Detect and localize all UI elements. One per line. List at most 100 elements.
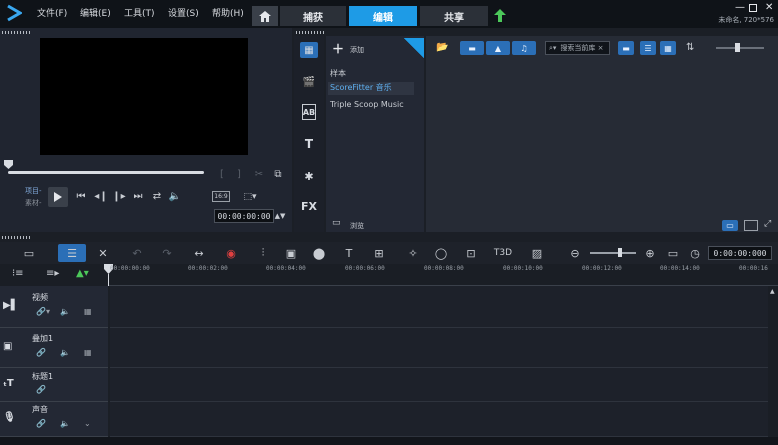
filter-fx-icon[interactable]: FX <box>300 198 318 214</box>
repeat-icon[interactable]: ⇄ <box>150 189 164 203</box>
storyboard-view-icon[interactable]: ▭ <box>20 244 38 262</box>
scroll-up-icon[interactable]: ▲ <box>770 288 775 295</box>
timeline-view-icon[interactable]: ☰ <box>58 244 86 262</box>
undo-icon[interactable]: ↶ <box>128 244 146 262</box>
next-frame-button[interactable]: ❙▸ <box>112 189 126 203</box>
expand-library-icon[interactable]: ⤢ <box>764 219 771 229</box>
pin-library-icon[interactable] <box>404 38 424 58</box>
track-header-overlay[interactable] <box>0 328 108 368</box>
timeline-vertical-scrollbar[interactable] <box>768 286 778 436</box>
aspect-ratio-button[interactable]: 16:9 <box>212 191 230 202</box>
tab-share[interactable]: 共享 <box>420 6 488 26</box>
show-photos-button[interactable]: ▲ <box>486 41 510 55</box>
library-grip[interactable] <box>296 31 324 34</box>
volume-icon[interactable]: 🔈 <box>168 189 182 203</box>
link-icon[interactable]: 🔗 <box>36 385 46 394</box>
motion-tracking-icon[interactable]: ✧ <box>404 244 422 262</box>
previous-frame-button[interactable]: ◂❙ <box>94 189 108 203</box>
sort-icon[interactable]: ⇅ <box>686 42 694 53</box>
panel-grip[interactable] <box>2 31 32 34</box>
menu-settings[interactable]: 设置(S) <box>168 6 199 19</box>
show-audio-button[interactable]: ♫ <box>512 41 536 55</box>
library-search-input[interactable]: ⌕▾ 搜索当前库 × <box>545 41 610 55</box>
menu-file[interactable]: 文件(F) <box>37 6 67 19</box>
menu-tools[interactable]: 工具(T) <box>124 6 155 19</box>
clip-mode-label[interactable]: 素材- <box>25 198 42 208</box>
chapter-point-icon[interactable]: ≡▸ <box>46 268 59 279</box>
crop-mode-icon[interactable]: ⬚▾ <box>242 190 258 203</box>
add-folder-label[interactable]: 添加 <box>350 45 364 55</box>
title-tool-icon[interactable]: T <box>340 244 358 262</box>
split-clip-icon[interactable]: ✂ <box>252 167 266 181</box>
tab-edit[interactable]: 编辑 <box>349 6 417 26</box>
library-item-sample[interactable]: 样本 <box>330 68 346 79</box>
upload-arrow-icon[interactable] <box>494 9 506 22</box>
timecode-stepper[interactable]: ▲▼ <box>275 209 286 223</box>
track-manager-icon[interactable]: ⁝≡ <box>12 268 24 279</box>
ripple-edit-icon[interactable]: ▦ <box>84 307 92 316</box>
transition-icon[interactable]: AB <box>302 104 316 120</box>
thumbnail-size-handle[interactable] <box>735 43 740 52</box>
zoom-slider[interactable] <box>590 252 636 254</box>
link-icon[interactable]: 🔗 <box>36 348 46 357</box>
play-button[interactable] <box>48 187 68 207</box>
timeline-timecode[interactable]: 0:00:00:000 <box>708 246 772 260</box>
track-header-voice[interactable] <box>0 402 108 437</box>
player-timecode[interactable]: 00:00:00:00 <box>214 209 274 223</box>
fit-timeline-icon[interactable]: ↔ <box>190 244 208 262</box>
add-folder-icon[interactable]: ＋ <box>332 40 344 57</box>
expand-track-icon[interactable]: ⌄ <box>84 419 91 428</box>
stabilize-icon[interactable]: ⊡ <box>462 244 480 262</box>
auto-music-icon[interactable]: ▨ <box>528 244 546 262</box>
go-to-end-button[interactable]: ⏭ <box>131 189 145 203</box>
link-icon[interactable]: 🔗 <box>36 419 46 428</box>
home-tab[interactable] <box>252 6 278 26</box>
browse-icon[interactable]: ▭ <box>332 218 341 228</box>
track-lane-voice[interactable] <box>110 402 768 437</box>
track-lane-overlay[interactable] <box>110 328 768 368</box>
scrub-handle-icon[interactable] <box>4 160 13 169</box>
track-name-video[interactable]: 视频 <box>32 292 48 303</box>
blend-icon[interactable]: ⬤ <box>310 244 328 262</box>
multicam-icon[interactable]: ▣ <box>282 244 300 262</box>
toolbar-customize-icon[interactable]: ✕ <box>94 244 112 262</box>
enlarge-preview-icon[interactable]: ⧉ <box>271 167 285 181</box>
library-item-triplescoop[interactable]: Triple Scoop Music <box>330 100 404 109</box>
zoom-out-icon[interactable]: ⊖ <box>566 244 584 262</box>
track-volume-icon[interactable]: 🔈 <box>60 348 70 357</box>
add-marker-icon[interactable]: ▲▾ <box>76 268 89 279</box>
mark-in-icon[interactable]: [ <box>217 167 227 181</box>
track-volume-icon[interactable]: 🔈 <box>60 307 70 316</box>
list-view-button[interactable]: ☰ <box>640 41 656 55</box>
instant-project-icon[interactable]: 🎬 <box>300 74 318 90</box>
timeline-grip[interactable] <box>2 236 32 239</box>
track-lane-title[interactable] <box>110 368 768 402</box>
library-item-scorefitter[interactable]: ScoreFitter 音乐 <box>328 82 414 95</box>
mask-icon[interactable]: ◯ <box>432 244 450 262</box>
title-icon[interactable]: T <box>300 136 318 152</box>
zoom-slider-handle[interactable] <box>618 248 622 257</box>
track-name-voice[interactable]: 声音 <box>32 404 48 415</box>
graphics-icon[interactable]: ✱ <box>300 168 318 184</box>
library-layout-1-button[interactable]: ▭ <box>722 220 738 231</box>
record-capture-icon[interactable]: ◉ <box>222 244 240 262</box>
show-videos-button[interactable]: ▬ <box>460 41 484 55</box>
maximize-icon[interactable] <box>749 4 757 12</box>
library-layout-2-button[interactable] <box>744 220 758 231</box>
go-to-start-button[interactable]: ⏮ <box>74 189 88 203</box>
mark-out-icon[interactable]: ] <box>234 167 244 181</box>
track-volume-icon[interactable]: 🔈 <box>60 419 70 428</box>
redo-icon[interactable]: ↷ <box>158 244 176 262</box>
track-header-title[interactable] <box>0 368 108 402</box>
menu-edit[interactable]: 编辑(E) <box>80 6 111 19</box>
track-lane-video[interactable] <box>110 286 768 328</box>
import-media-icon[interactable]: 📂 <box>436 42 448 53</box>
browse-label[interactable]: 浏览 <box>350 221 364 231</box>
3d-title-icon[interactable]: T3D <box>494 244 512 262</box>
thumbnail-size-slider[interactable] <box>716 47 764 49</box>
project-mode-label[interactable]: 项目- <box>25 186 42 196</box>
scrub-bar[interactable] <box>8 171 204 174</box>
menu-help[interactable]: 帮助(H) <box>212 6 244 19</box>
minimize-icon[interactable]: — <box>735 2 745 13</box>
fit-project-icon[interactable]: ▭ <box>664 244 682 262</box>
